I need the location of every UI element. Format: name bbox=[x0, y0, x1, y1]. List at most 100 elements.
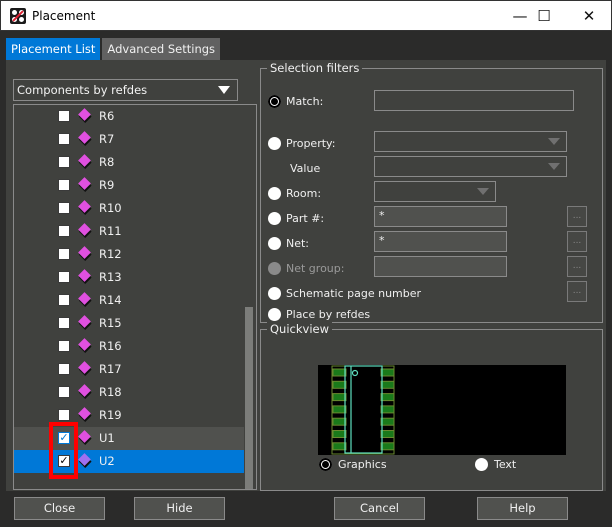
component-icon bbox=[78, 131, 91, 144]
net-radio[interactable] bbox=[268, 237, 281, 250]
maximize-button[interactable]: ☐ bbox=[521, 1, 567, 31]
component-icon bbox=[78, 384, 91, 397]
pad-right bbox=[380, 380, 395, 389]
component-icon bbox=[78, 269, 91, 282]
component-checkbox[interactable] bbox=[58, 294, 70, 306]
component-icon bbox=[78, 315, 91, 328]
component-refdes: R12 bbox=[99, 247, 122, 261]
net-group-radio[interactable] bbox=[268, 262, 281, 275]
cancel-button[interactable]: Cancel bbox=[334, 497, 425, 520]
net-input[interactable]: * bbox=[374, 231, 507, 252]
component-checkbox[interactable] bbox=[58, 317, 70, 329]
property-dropdown[interactable] bbox=[374, 131, 567, 152]
property-radio[interactable] bbox=[268, 137, 281, 150]
list-item[interactable]: R11 bbox=[14, 220, 244, 243]
component-refdes: R13 bbox=[99, 270, 122, 284]
list-item[interactable]: R10 bbox=[14, 197, 244, 220]
list-item[interactable]: R18 bbox=[14, 381, 244, 404]
room-radio[interactable] bbox=[268, 187, 281, 200]
component-icon bbox=[78, 223, 91, 236]
list-item[interactable]: R12 bbox=[14, 243, 244, 266]
pad-left bbox=[332, 380, 347, 389]
chevron-down-icon bbox=[218, 86, 230, 94]
component-checkbox[interactable] bbox=[58, 409, 70, 421]
list-item[interactable]: R17 bbox=[14, 358, 244, 381]
list-item[interactable]: R13 bbox=[14, 266, 244, 289]
component-refdes: U1 bbox=[99, 431, 115, 445]
component-icon bbox=[78, 154, 91, 167]
net-group-input[interactable] bbox=[374, 256, 507, 277]
graphics-radio[interactable] bbox=[319, 458, 332, 471]
list-item[interactable]: R7 bbox=[14, 128, 244, 151]
component-checkbox[interactable] bbox=[58, 202, 70, 214]
list-scrollbar-thumb[interactable] bbox=[245, 307, 253, 489]
list-item[interactable]: R14 bbox=[14, 289, 244, 312]
tab-bar: Placement List Advanced Settings bbox=[6, 38, 221, 60]
schematic-page-browse-button[interactable]: ... bbox=[567, 281, 587, 302]
pin1-marker bbox=[351, 369, 359, 377]
tab-placement-list[interactable]: Placement List bbox=[6, 38, 101, 60]
component-checkbox[interactable] bbox=[58, 363, 70, 375]
list-item[interactable]: R9 bbox=[14, 174, 244, 197]
component-icon bbox=[78, 177, 91, 190]
part-radio[interactable] bbox=[268, 212, 281, 225]
component-refdes: R17 bbox=[99, 362, 122, 376]
component-checkbox[interactable] bbox=[58, 248, 70, 260]
list-item[interactable]: R8 bbox=[14, 151, 244, 174]
match-radio[interactable] bbox=[268, 95, 281, 108]
hide-button[interactable]: Hide bbox=[134, 497, 225, 520]
component-checkbox[interactable] bbox=[58, 386, 70, 398]
pad-left bbox=[332, 417, 347, 426]
value-dropdown[interactable] bbox=[374, 156, 567, 177]
pad-right bbox=[380, 430, 395, 438]
tab-advanced-settings[interactable]: Advanced Settings bbox=[102, 38, 221, 60]
component-checkbox[interactable] bbox=[58, 340, 70, 352]
pad-right bbox=[380, 393, 395, 402]
component-refdes: R14 bbox=[99, 293, 122, 307]
component-refdes: R6 bbox=[99, 109, 115, 123]
room-dropdown[interactable] bbox=[374, 181, 496, 202]
schematic-page-radio[interactable] bbox=[268, 287, 281, 300]
list-item[interactable]: R6 bbox=[14, 105, 244, 128]
match-input[interactable] bbox=[374, 90, 574, 111]
list-mode-dropdown[interactable]: Components by refdes bbox=[13, 79, 238, 101]
component-refdes: R16 bbox=[99, 339, 122, 353]
close-window-button[interactable]: ✕ bbox=[566, 1, 612, 31]
net-label: Net: bbox=[286, 237, 310, 250]
footprint-graphic bbox=[331, 365, 395, 455]
component-icon bbox=[78, 108, 91, 121]
component-icon bbox=[78, 200, 91, 213]
component-checkbox[interactable] bbox=[58, 225, 70, 237]
net-browse-button[interactable]: ... bbox=[567, 231, 587, 252]
component-checkbox[interactable] bbox=[58, 156, 70, 168]
list-item[interactable]: R16 bbox=[14, 335, 244, 358]
pad-right bbox=[380, 405, 395, 414]
component-refdes: R10 bbox=[99, 201, 122, 215]
part-browse-button[interactable]: ... bbox=[567, 206, 587, 227]
match-label: Match: bbox=[286, 95, 324, 108]
window-title: Placement bbox=[32, 9, 96, 23]
part-input[interactable]: * bbox=[374, 206, 507, 227]
pad-left bbox=[332, 368, 347, 377]
net-group-label: Net group: bbox=[286, 262, 345, 275]
text-radio[interactable] bbox=[475, 458, 488, 471]
component-checkbox[interactable] bbox=[58, 179, 70, 191]
component-refdes: U2 bbox=[99, 454, 115, 468]
component-refdes: R9 bbox=[99, 178, 115, 192]
component-checkbox[interactable] bbox=[58, 133, 70, 145]
pad-left bbox=[332, 393, 347, 402]
close-button[interactable]: Close bbox=[14, 497, 105, 520]
chevron-down-icon bbox=[548, 163, 560, 170]
list-item[interactable]: R15 bbox=[14, 312, 244, 335]
component-checkbox[interactable] bbox=[58, 271, 70, 283]
app-icon bbox=[10, 8, 26, 24]
component-icon bbox=[78, 246, 91, 259]
component-refdes: R7 bbox=[99, 132, 115, 146]
text-label: Text bbox=[494, 458, 517, 471]
help-button[interactable]: Help bbox=[477, 497, 568, 520]
place-by-refdes-radio[interactable] bbox=[268, 308, 281, 321]
net-group-browse-button[interactable]: ... bbox=[567, 256, 587, 277]
component-icon bbox=[78, 361, 91, 374]
component-checkbox[interactable] bbox=[58, 110, 70, 122]
component-icon bbox=[78, 338, 91, 351]
